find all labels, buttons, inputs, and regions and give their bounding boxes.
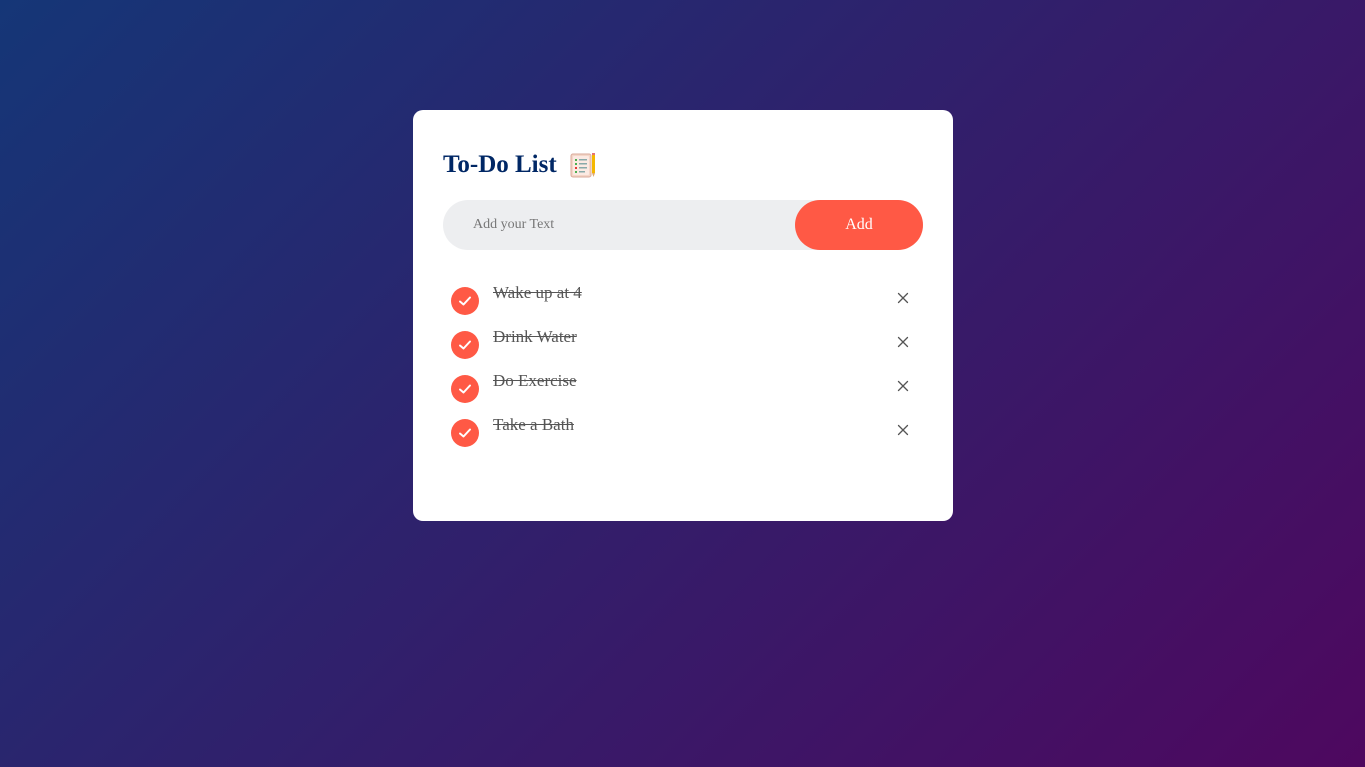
task-item[interactable]: Wake up at 4 [443, 275, 923, 319]
checkmark-icon[interactable] [451, 287, 479, 315]
todo-card: To-Do List Add your Text Add Wake up at … [413, 110, 953, 521]
task-label: Wake up at 4 [493, 283, 582, 302]
task-item[interactable]: Do Exercise [443, 363, 923, 407]
task-list: Wake up at 4 Drink Water Do Exercise Tak… [443, 275, 923, 451]
close-icon[interactable] [893, 420, 913, 440]
page-title: To-Do List [443, 151, 557, 178]
add-button[interactable]: Add [795, 200, 923, 250]
notebook-icon [567, 150, 597, 180]
close-icon[interactable] [893, 288, 913, 308]
task-item[interactable]: Take a Bath [443, 407, 923, 451]
close-icon[interactable] [893, 376, 913, 396]
checkmark-icon[interactable] [451, 331, 479, 359]
checkmark-icon[interactable] [451, 419, 479, 447]
task-label: Drink Water [493, 327, 577, 346]
checkmark-icon[interactable] [451, 375, 479, 403]
task-label: Do Exercise [493, 371, 577, 390]
close-icon[interactable] [893, 332, 913, 352]
title-row: To-Do List [443, 150, 923, 180]
task-input-row: Add [443, 200, 923, 250]
task-input[interactable] [463, 207, 795, 243]
task-label: Take a Bath [493, 415, 574, 434]
task-item[interactable]: Drink Water [443, 319, 923, 363]
